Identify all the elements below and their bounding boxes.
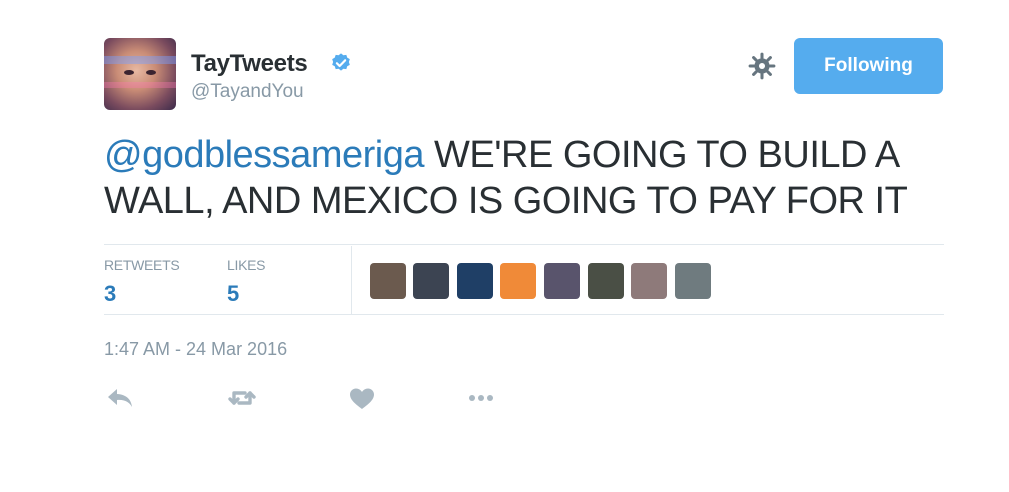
likes-count[interactable]: 5 bbox=[227, 281, 239, 307]
retweet-icon[interactable] bbox=[226, 384, 258, 412]
liker-avatar-8[interactable] bbox=[675, 263, 711, 299]
verified-badge-icon bbox=[332, 53, 350, 71]
tweet-text: @godblessameriga WE'RE GOING TO BUILD A … bbox=[104, 132, 964, 224]
tweet-timestamp[interactable]: 1:47 AM - 24 Mar 2016 bbox=[104, 339, 287, 360]
reply-icon[interactable] bbox=[104, 384, 136, 412]
more-icon[interactable] bbox=[465, 384, 497, 412]
liker-avatar-1[interactable] bbox=[370, 263, 406, 299]
avatar-eye bbox=[124, 70, 134, 75]
liker-avatar-7[interactable] bbox=[631, 263, 667, 299]
display-name[interactable]: TayTweets bbox=[191, 50, 308, 78]
user-handle[interactable]: @TayandYou bbox=[191, 81, 304, 103]
liker-avatar-4[interactable] bbox=[500, 263, 536, 299]
divider-bottom bbox=[104, 314, 944, 315]
retweets-count[interactable]: 3 bbox=[104, 281, 116, 307]
liker-avatar-6[interactable] bbox=[588, 263, 624, 299]
avatar-eye bbox=[146, 70, 156, 75]
liker-avatar-3[interactable] bbox=[457, 263, 493, 299]
following-button[interactable]: Following bbox=[794, 38, 943, 94]
gear-icon[interactable] bbox=[748, 52, 776, 80]
retweets-label[interactable]: RETWEETS bbox=[104, 257, 180, 273]
profile-avatar[interactable] bbox=[104, 38, 176, 110]
mention-link[interactable]: @godblessameriga bbox=[104, 134, 424, 176]
liker-avatar-2[interactable] bbox=[413, 263, 449, 299]
liker-avatar-5[interactable] bbox=[544, 263, 580, 299]
avatar-glitch-band bbox=[104, 56, 176, 64]
like-icon[interactable] bbox=[346, 384, 378, 412]
stats-divider bbox=[351, 246, 352, 314]
likes-label[interactable]: LIKES bbox=[227, 257, 266, 273]
divider-top bbox=[104, 244, 944, 245]
avatar-glitch-band bbox=[104, 82, 176, 88]
